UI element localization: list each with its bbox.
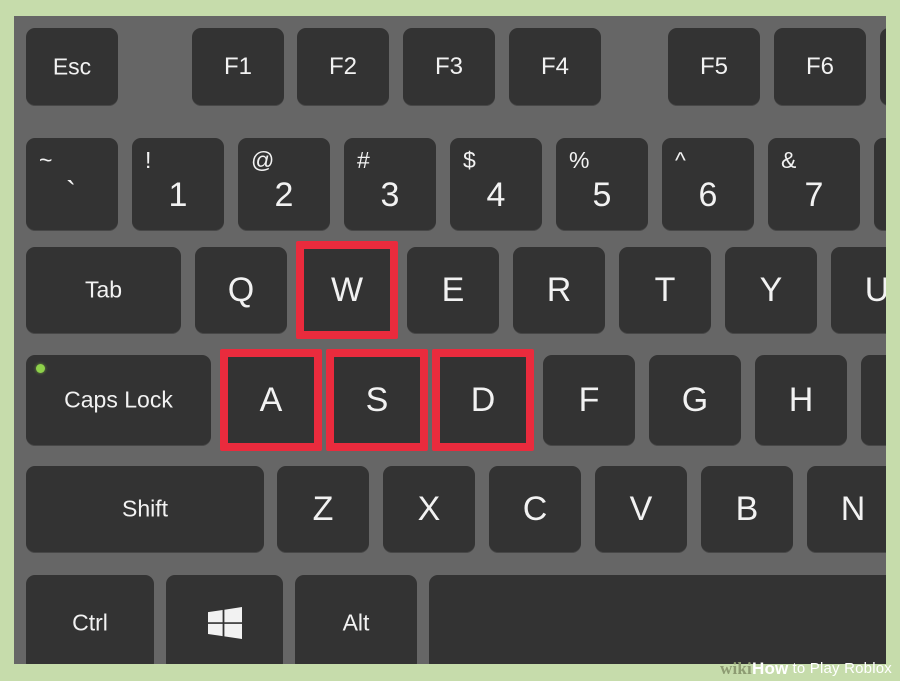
key-f6[interactable]: F6 <box>774 28 866 105</box>
key-g[interactable]: G <box>649 355 741 445</box>
key-h[interactable]: H <box>755 355 847 445</box>
key-f4-label: F4 <box>540 52 569 80</box>
key-r[interactable]: R <box>513 247 605 333</box>
key-two-shifted-legend: @ <box>251 147 275 173</box>
key-f7[interactable] <box>880 28 886 105</box>
key-three[interactable]: #3 <box>344 138 436 230</box>
key-six-shifted-legend: ^ <box>675 147 686 173</box>
key-z[interactable]: Z <box>277 466 369 552</box>
key-five-shifted-legend: % <box>569 147 590 173</box>
wikihow-watermark: wiki How to Play Roblox <box>694 655 900 681</box>
key-c-label: C <box>522 490 548 528</box>
key-shift[interactable]: Shift <box>26 466 264 552</box>
key-u[interactable]: U <box>831 247 886 333</box>
key-x-label: X <box>417 490 441 528</box>
key-space[interactable] <box>429 575 886 664</box>
key-ctrl-label: Ctrl <box>72 609 108 636</box>
key-v-label: V <box>629 490 653 528</box>
key-f5-label: F5 <box>699 52 728 80</box>
key-f6-label: F6 <box>805 52 834 80</box>
key-u-label: U <box>864 271 886 309</box>
key-q-label: Q <box>227 271 255 309</box>
key-y[interactable]: Y <box>725 247 817 333</box>
screenshot-root: Esc F1 F2 F3 F4 F5 F6 ~ `! 1 @2 #3 $4% 5 ^ 6 & 7 Tab Q W E R T Y… <box>0 0 900 681</box>
windows-logo-icon <box>207 607 242 639</box>
key-e[interactable]: E <box>407 247 499 333</box>
key-f2-label: F2 <box>328 52 357 80</box>
key-capslock[interactable]: Caps Lock <box>26 355 211 445</box>
key-j[interactable] <box>861 355 886 445</box>
key-four-base-legend: 4 <box>486 176 506 214</box>
key-h-label: H <box>788 381 814 419</box>
key-a[interactable]: A <box>225 355 317 445</box>
keyboard-plate: Esc F1 F2 F3 F4 F5 F6 ~ `! 1 @2 #3 $4% 5 ^ 6 & 7 Tab Q W E R T Y… <box>14 16 886 664</box>
key-backtick-base-legend: ` <box>66 176 76 209</box>
key-q[interactable]: Q <box>195 247 287 333</box>
key-two[interactable]: @2 <box>238 138 330 230</box>
key-w[interactable]: W <box>301 247 393 333</box>
key-win[interactable] <box>166 575 283 664</box>
key-backtick-shifted-legend: ~ <box>39 147 53 173</box>
key-eight[interactable] <box>874 138 886 230</box>
key-capslock-label: Caps Lock <box>64 386 173 413</box>
key-four-shifted-legend: $ <box>463 147 476 173</box>
key-s-label: S <box>365 381 389 419</box>
key-y-label: Y <box>759 271 783 309</box>
key-r-label: R <box>546 271 572 309</box>
key-five[interactable]: % 5 <box>556 138 648 230</box>
key-tab[interactable]: Tab <box>26 247 181 333</box>
caps-lock-led-indicator <box>36 364 45 373</box>
key-f1-label: F1 <box>223 52 252 80</box>
key-f-label: F <box>578 381 600 419</box>
key-s[interactable]: S <box>331 355 423 445</box>
key-n-label: N <box>840 490 866 528</box>
key-e-label: E <box>441 271 465 309</box>
key-n[interactable]: N <box>807 466 886 552</box>
key-one-shifted-legend: ! <box>145 147 152 173</box>
key-b-label: B <box>735 490 759 528</box>
watermark-wiki-text: wiki <box>720 658 752 678</box>
watermark-article-title: to Play Roblox <box>792 659 892 677</box>
key-esc[interactable]: Esc <box>26 28 118 105</box>
key-f2[interactable]: F2 <box>297 28 389 105</box>
key-seven-shifted-legend: & <box>781 147 797 173</box>
key-w-label: W <box>330 271 364 309</box>
key-f3-label: F3 <box>434 52 463 80</box>
key-three-base-legend: 3 <box>380 176 400 214</box>
key-f1[interactable]: F1 <box>192 28 284 105</box>
key-b[interactable]: B <box>701 466 793 552</box>
key-d[interactable]: D <box>437 355 529 445</box>
key-x[interactable]: X <box>383 466 475 552</box>
key-f4[interactable]: F4 <box>509 28 601 105</box>
key-three-shifted-legend: # <box>357 147 370 173</box>
key-t-label: T <box>654 271 676 309</box>
key-v[interactable]: V <box>595 466 687 552</box>
key-d-label: D <box>470 381 496 419</box>
key-t[interactable]: T <box>619 247 711 333</box>
key-tab-label: Tab <box>84 276 123 303</box>
key-seven-base-legend: 7 <box>804 176 824 214</box>
key-g-label: G <box>681 381 709 419</box>
key-ctrl[interactable]: Ctrl <box>26 575 154 664</box>
key-z-label: Z <box>312 490 334 528</box>
key-esc-label: Esc <box>52 53 92 79</box>
key-six-base-legend: 6 <box>698 176 718 214</box>
key-six[interactable]: ^ 6 <box>662 138 754 230</box>
key-alt-label: Alt <box>342 609 370 636</box>
watermark-how-text: How <box>751 658 789 678</box>
key-c[interactable]: C <box>489 466 581 552</box>
key-f3[interactable]: F3 <box>403 28 495 105</box>
key-f5[interactable]: F5 <box>668 28 760 105</box>
key-four[interactable]: $4 <box>450 138 542 230</box>
key-alt[interactable]: Alt <box>295 575 417 664</box>
key-five-base-legend: 5 <box>592 176 612 214</box>
key-one-base-legend: 1 <box>168 176 188 214</box>
key-seven[interactable]: & 7 <box>768 138 860 230</box>
key-shift-label: Shift <box>121 495 169 522</box>
key-two-base-legend: 2 <box>274 176 294 214</box>
key-f[interactable]: F <box>543 355 635 445</box>
key-one[interactable]: ! 1 <box>132 138 224 230</box>
key-a-label: A <box>259 381 283 419</box>
key-backtick[interactable]: ~ ` <box>26 138 118 230</box>
